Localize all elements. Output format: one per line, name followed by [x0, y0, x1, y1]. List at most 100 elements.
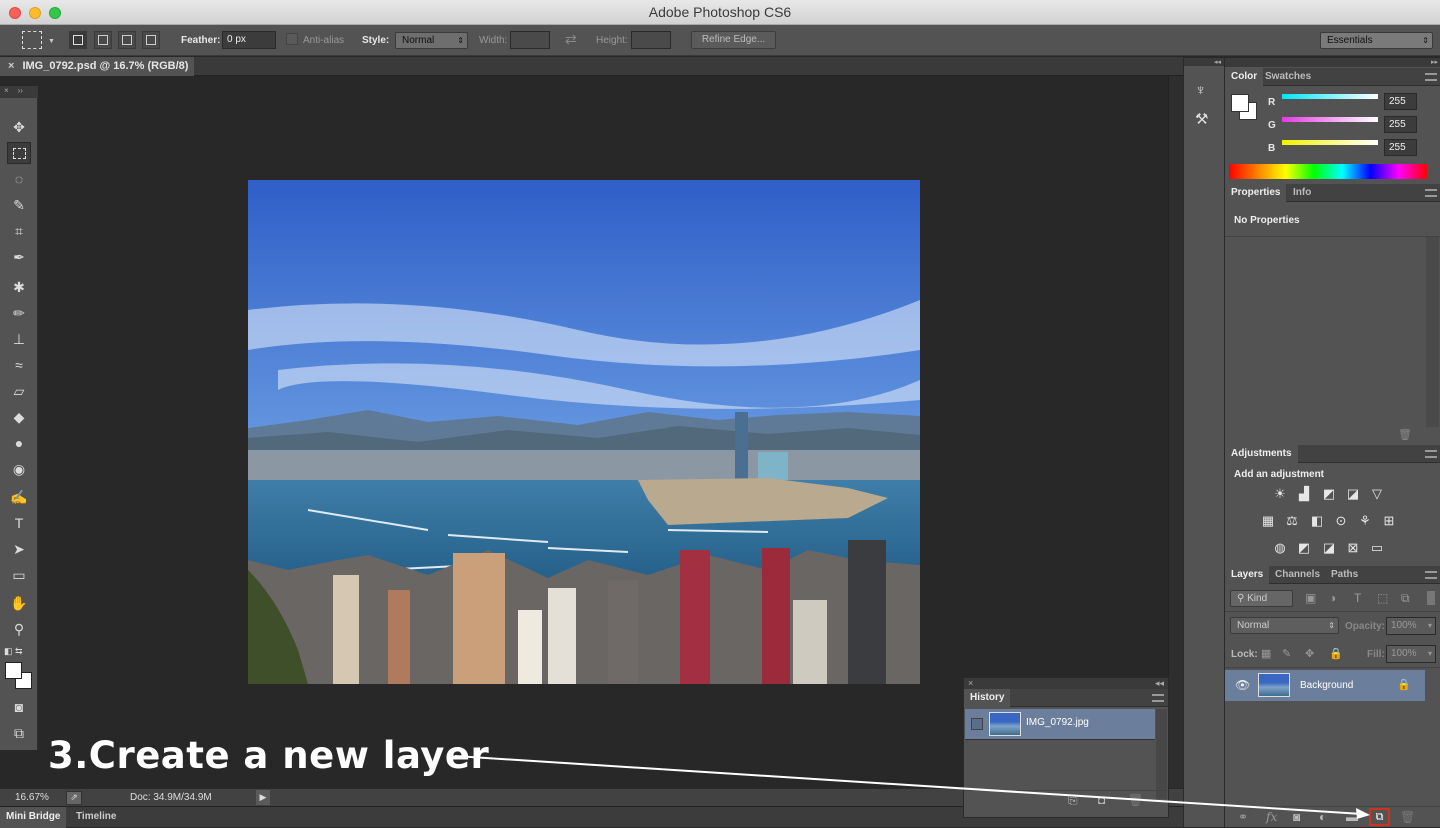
history-panel-header[interactable]: × ◂◂	[964, 678, 1168, 689]
channel-b-slider[interactable]	[1282, 140, 1378, 145]
subtract-selection-icon[interactable]	[118, 31, 136, 49]
panel-menu-icon[interactable]	[1425, 571, 1437, 579]
channel-g-slider[interactable]	[1282, 117, 1378, 122]
add-to-selection-icon[interactable]	[94, 31, 112, 49]
blend-mode-select[interactable]: Normal ⇕	[1230, 617, 1339, 634]
black-white-icon[interactable]: ◧	[1309, 514, 1325, 528]
invert-icon[interactable]: ◍	[1272, 541, 1288, 555]
move-tool-icon[interactable]: ✥	[7, 116, 31, 138]
new-layer-button[interactable]: ⧉	[1369, 808, 1390, 826]
workspace-select[interactable]: Essentials ⇕	[1320, 32, 1433, 49]
layer-row[interactable]: 👁 Background 🔒	[1225, 670, 1425, 701]
delete-layer-icon[interactable]: 🗑	[1400, 810, 1415, 824]
layer-filter-select[interactable]: ⚲ Kind	[1230, 590, 1293, 607]
color-balance-icon[interactable]: ⚖	[1284, 514, 1300, 528]
tab-layers[interactable]: Layers	[1225, 566, 1270, 584]
lock-transparent-icon[interactable]: ▦	[1261, 647, 1271, 660]
color-lookup-icon[interactable]: ⊞	[1381, 514, 1397, 528]
clone-stamp-tool-icon[interactable]: ⊥	[7, 328, 31, 350]
quick-mask-icon[interactable]: ◙	[7, 696, 31, 718]
foreground-color-swatch[interactable]	[5, 662, 22, 679]
canvas-vertical-scrollbar[interactable]	[1168, 76, 1183, 788]
maximize-window-button[interactable]	[49, 7, 61, 19]
panel-menu-icon[interactable]	[1425, 73, 1437, 81]
feather-input[interactable]: 0 px	[222, 31, 276, 49]
new-group-icon[interactable]: ▬	[1346, 810, 1358, 824]
link-layers-icon[interactable]: ⚭	[1238, 810, 1248, 824]
brush-presets-icon[interactable]: ♆	[1195, 82, 1206, 99]
swap-icon[interactable]: ⇄	[565, 31, 577, 48]
filter-type-icon[interactable]: T	[1354, 591, 1361, 605]
brush-tool-icon[interactable]: ✏	[7, 302, 31, 324]
history-item[interactable]: IMG_0792.jpg	[965, 709, 1155, 740]
filter-shape-icon[interactable]: ⬚	[1377, 591, 1388, 605]
posterize-icon[interactable]: ◩	[1296, 541, 1312, 555]
tab-properties[interactable]: Properties	[1225, 184, 1287, 202]
filter-pixel-icon[interactable]: ▣	[1305, 591, 1316, 605]
lock-position-icon[interactable]: ✥	[1305, 647, 1314, 660]
export-icon[interactable]: ⇗	[66, 791, 82, 805]
panel-menu-icon[interactable]	[1425, 450, 1437, 458]
lock-all-icon[interactable]: 🔒	[1329, 647, 1343, 660]
threshold-icon[interactable]: ◪	[1321, 541, 1337, 555]
color-spectrum-ramp[interactable]	[1229, 164, 1427, 179]
history-scrollbar[interactable]	[1156, 709, 1167, 799]
dodge-tool-icon[interactable]: ◉	[7, 458, 31, 480]
intersect-selection-icon[interactable]	[142, 31, 160, 49]
antialias-checkbox[interactable]	[286, 33, 298, 45]
marquee-preset-icon[interactable]	[22, 31, 42, 49]
hand-tool-icon[interactable]: ✋	[7, 592, 31, 614]
trash-icon[interactable]: 🗑	[1128, 793, 1143, 807]
filter-toggle[interactable]	[1427, 591, 1435, 605]
tab-info[interactable]: Info	[1287, 184, 1317, 202]
tab-mini-bridge[interactable]: Mini Bridge	[0, 807, 67, 828]
panel-menu-icon[interactable]	[1425, 189, 1437, 197]
tab-channels[interactable]: Channels	[1269, 566, 1326, 584]
close-tab-icon[interactable]: ×	[8, 60, 14, 72]
new-document-from-state-icon[interactable]: ⎘	[1068, 793, 1078, 808]
panel-menu-icon[interactable]	[1152, 694, 1164, 702]
zoom-level[interactable]: 16.67%	[15, 792, 49, 803]
collapse-panels-icon[interactable]: ▸▸	[1225, 58, 1440, 67]
tools-panel-header[interactable]: × ››	[0, 86, 38, 98]
fill-input[interactable]: 100% ▾	[1386, 645, 1436, 663]
properties-scrollbar[interactable]	[1426, 237, 1439, 427]
tab-history[interactable]: History	[964, 689, 1011, 707]
history-snapshot-checkbox[interactable]	[971, 718, 983, 730]
filter-adjustment-icon[interactable]: ◑	[1329, 591, 1336, 605]
close-window-button[interactable]	[9, 7, 21, 19]
filter-smart-object-icon[interactable]: ⧉	[1401, 591, 1410, 606]
selective-color-icon[interactable]: ⊠	[1345, 541, 1361, 555]
document-image[interactable]	[248, 180, 920, 684]
camera-icon[interactable]: ◘	[1098, 793, 1105, 807]
style-select[interactable]: Normal ⇕	[395, 32, 468, 49]
default-colors-icon[interactable]: ◧ ⇆	[4, 646, 23, 657]
channel-g-value[interactable]: 255	[1384, 116, 1417, 133]
height-input[interactable]	[631, 31, 671, 49]
eraser-tool-icon[interactable]: ▱	[7, 380, 31, 402]
rectangular-marquee-tool-icon[interactable]	[7, 142, 31, 164]
channel-r-value[interactable]: 255	[1384, 93, 1417, 110]
pen-tool-icon[interactable]: ✍	[7, 486, 31, 508]
curves-icon[interactable]: ◩	[1321, 487, 1337, 501]
path-selection-tool-icon[interactable]: ➤	[7, 538, 31, 560]
channel-mixer-icon[interactable]: ⚘	[1357, 514, 1373, 528]
channel-b-value[interactable]: 255	[1384, 139, 1417, 156]
tab-timeline[interactable]: Timeline	[70, 807, 122, 828]
expand-panels-icon[interactable]: ◂◂	[1184, 58, 1224, 66]
tool-presets-icon[interactable]: ⚒	[1195, 110, 1208, 128]
add-mask-icon[interactable]: ◙	[1293, 810, 1300, 824]
levels-icon[interactable]: ▟	[1296, 487, 1312, 501]
status-menu-arrow-icon[interactable]: ▶	[256, 790, 270, 805]
width-input[interactable]	[510, 31, 550, 49]
screen-mode-icon[interactable]: ⧉	[7, 722, 31, 744]
vibrance-icon[interactable]: ▽	[1369, 487, 1385, 501]
lasso-tool-icon[interactable]: ◌	[7, 168, 31, 190]
opacity-input[interactable]: 100% ▾	[1386, 617, 1436, 635]
tab-paths[interactable]: Paths	[1325, 566, 1364, 584]
brightness-contrast-icon[interactable]: ☀	[1272, 487, 1288, 501]
eyedropper-tool-icon[interactable]: ✒	[7, 246, 31, 268]
layer-style-fx-icon[interactable]: fx	[1266, 810, 1277, 824]
layer-name[interactable]: Background	[1300, 680, 1353, 691]
type-tool-icon[interactable]: T	[7, 512, 31, 534]
